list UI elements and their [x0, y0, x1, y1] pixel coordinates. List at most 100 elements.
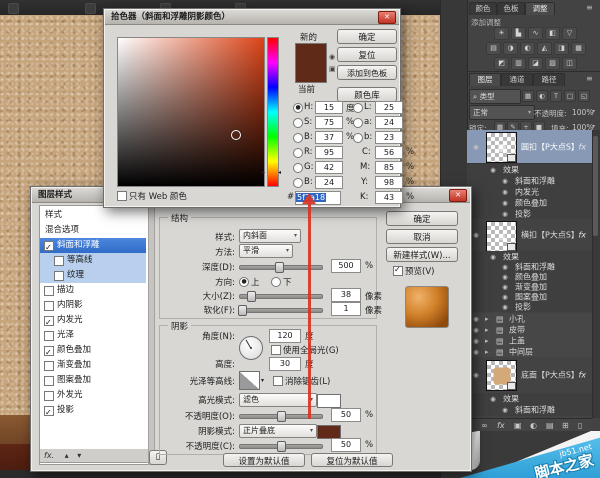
- checkbox[interactable]: ✓: [44, 406, 54, 416]
- effect-row[interactable]: ◉ 投影: [467, 302, 592, 312]
- eye-icon[interactable]: ◉: [499, 283, 511, 291]
- technique-select[interactable]: 平滑▾: [239, 244, 293, 258]
- filter-adjustment-icon[interactable]: ◐: [536, 90, 548, 102]
- b-input[interactable]: 37: [315, 131, 343, 144]
- bb-input[interactable]: 23: [375, 131, 403, 144]
- ok-button[interactable]: 确定: [386, 211, 458, 226]
- checkbox[interactable]: ✓: [44, 241, 54, 251]
- l-input[interactable]: 25: [375, 101, 403, 114]
- checkbox[interactable]: [44, 331, 54, 341]
- eye-icon[interactable]: ◉: [487, 166, 499, 174]
- group-name[interactable]: 皮带: [509, 324, 525, 335]
- depth-input[interactable]: 500: [331, 259, 361, 273]
- expand-triangle-icon[interactable]: ▸: [485, 326, 489, 334]
- effect-row[interactable]: ◉ 斜面和浮雕: [467, 175, 592, 186]
- style-list-scrollbar[interactable]: [148, 205, 155, 465]
- style-list-item[interactable]: 混合选项: [40, 223, 146, 238]
- black-white-icon[interactable]: ◐: [520, 42, 535, 55]
- gradient-map-icon[interactable]: ▨: [545, 57, 560, 70]
- effects-header-row[interactable]: ◉ 效果: [467, 164, 592, 175]
- angle-dial[interactable]: [239, 336, 263, 360]
- effect-row[interactable]: ◉ 渐变叠加: [467, 282, 592, 292]
- eye-icon[interactable]: ◉: [499, 263, 511, 271]
- color-libraries-button[interactable]: 颜色库: [337, 87, 397, 102]
- group-name[interactable]: 小孔: [509, 313, 525, 324]
- levels-icon[interactable]: ▙: [511, 27, 526, 40]
- tab-color[interactable]: 颜色: [469, 2, 497, 15]
- layer-row[interactable]: ◉ 圆扣【P大点S】 fx: [467, 130, 592, 164]
- effects-header-row[interactable]: ◉ 效果: [467, 251, 592, 262]
- layer-thumbnail[interactable]: [486, 221, 517, 252]
- eye-icon[interactable]: ◉: [499, 188, 511, 196]
- style-list-item-bevel-emboss[interactable]: ✓ 斜面和浮雕: [40, 238, 146, 253]
- filter-pixel-icon[interactable]: ▦: [522, 90, 534, 102]
- layer-thumbnail[interactable]: [486, 132, 517, 163]
- layer-thumbnail[interactable]: [486, 360, 517, 391]
- style-list-item-drop-shadow[interactable]: ✓ 投影: [40, 403, 146, 418]
- layer-name[interactable]: 圆扣【P大点S】: [521, 141, 579, 152]
- invert-icon[interactable]: ◩: [494, 57, 509, 70]
- shadow-mode-select[interactable]: 正片叠底▾: [239, 424, 317, 438]
- move-down-icon[interactable]: ▾: [77, 451, 81, 460]
- bb-radio[interactable]: [353, 133, 363, 143]
- g-input[interactable]: 42: [315, 161, 343, 174]
- vibrance-icon[interactable]: ▽: [562, 27, 577, 40]
- effect-row[interactable]: ◉ 斜面和浮雕: [467, 404, 592, 416]
- photo-filter-icon[interactable]: ◭: [537, 42, 552, 55]
- filter-shape-icon[interactable]: □: [564, 90, 576, 102]
- posterize-icon[interactable]: ▥: [511, 57, 526, 70]
- curves-icon[interactable]: ∿: [528, 27, 543, 40]
- h-radio[interactable]: ●: [293, 103, 303, 113]
- opacity-value[interactable]: 100%: [572, 108, 593, 117]
- eye-icon[interactable]: ◉: [499, 303, 511, 311]
- tab-channels[interactable]: 通道: [501, 73, 533, 86]
- channel-mixer-icon[interactable]: ◨: [554, 42, 569, 55]
- l-radio[interactable]: [353, 103, 363, 113]
- chevron-down-icon[interactable]: ▾: [592, 123, 595, 130]
- style-list-item-stroke[interactable]: 描边: [40, 283, 146, 298]
- tab-swatches[interactable]: 色板: [497, 2, 525, 15]
- bevel-style-select[interactable]: 内斜面▾: [239, 229, 301, 243]
- r-input[interactable]: 95: [315, 146, 343, 159]
- highlight-color-swatch[interactable]: [317, 394, 341, 408]
- angle-input[interactable]: 120: [269, 329, 301, 343]
- global-light-checkbox[interactable]: [271, 345, 281, 355]
- effect-row[interactable]: ◉ 内发光: [467, 186, 592, 197]
- style-list-item-contour[interactable]: 等高线: [40, 253, 146, 268]
- web-cube-icon[interactable]: ▣: [329, 65, 336, 73]
- color-balance-icon[interactable]: ◑: [503, 42, 518, 55]
- color-lookup-icon[interactable]: ▦: [571, 42, 586, 55]
- shadow-opacity-input[interactable]: 50: [331, 438, 361, 452]
- dialog-title[interactable]: 拾色器（斜面和浮雕阴影颜色）: [105, 10, 399, 25]
- highlight-opacity-input[interactable]: 50: [331, 408, 361, 422]
- antialias-checkbox[interactable]: [273, 376, 283, 386]
- style-list-item-inner-glow[interactable]: ✓ 内发光: [40, 313, 146, 328]
- effects-header-row[interactable]: ◉ 效果: [467, 393, 592, 404]
- eye-icon[interactable]: ◉: [487, 395, 499, 403]
- s-input[interactable]: 75: [315, 116, 343, 129]
- highlight-mode-select[interactable]: 滤色▾: [239, 393, 317, 407]
- s-radio[interactable]: [293, 118, 303, 128]
- add-mask-icon[interactable]: ▣: [514, 421, 522, 430]
- eye-icon[interactable]: ◉: [499, 293, 511, 301]
- b2-input[interactable]: 24: [315, 176, 343, 189]
- reset-button[interactable]: 复位: [337, 47, 397, 62]
- exposure-icon[interactable]: ◧: [545, 27, 560, 40]
- selective-color-icon[interactable]: ◫: [562, 57, 577, 70]
- delete-layer-icon[interactable]: ▯: [578, 421, 582, 430]
- style-list-item[interactable]: 样式: [40, 208, 146, 223]
- effect-row[interactable]: ◉ 图案叠加: [467, 292, 592, 302]
- new-layer-icon[interactable]: ⊞: [562, 421, 569, 430]
- fx-badge[interactable]: fx: [578, 371, 586, 380]
- tab-paths[interactable]: 路径: [533, 73, 565, 86]
- eye-icon[interactable]: ◉: [470, 143, 482, 151]
- layers-scrollbar-thumb[interactable]: [593, 136, 598, 236]
- style-list-item-color-overlay[interactable]: ✓ 颜色叠加: [40, 343, 146, 358]
- fx-badge[interactable]: fx: [578, 142, 586, 151]
- b2-radio[interactable]: [293, 178, 303, 188]
- checkbox[interactable]: ✓: [44, 346, 54, 356]
- fx-icon[interactable]: fx.: [44, 451, 54, 460]
- h-input[interactable]: 15: [315, 101, 343, 114]
- tool-options-icon[interactable]: [8, 3, 19, 14]
- shadow-opacity-slider[interactable]: [239, 444, 323, 449]
